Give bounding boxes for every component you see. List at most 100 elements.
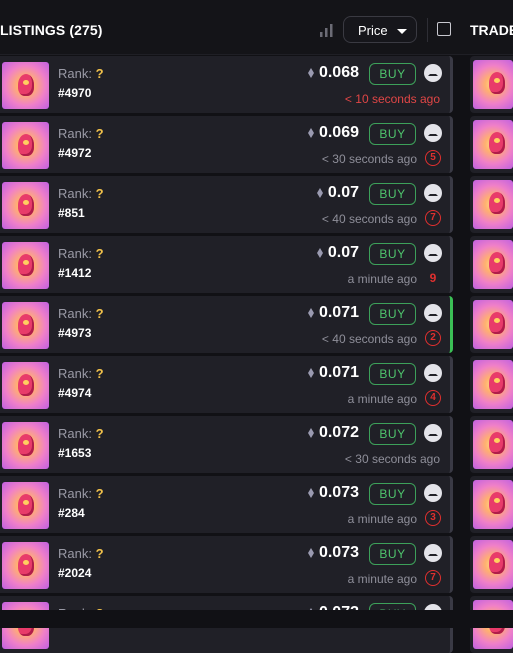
trade-card[interactable]: [470, 116, 513, 173]
token-id: #4972: [58, 146, 92, 160]
buy-button[interactable]: BUY: [369, 243, 416, 265]
rank-text: Rank:: [58, 546, 92, 561]
eth-icon: [308, 428, 314, 438]
price-value: 0.069: [318, 124, 359, 141]
rarity-badge-icon: 7: [425, 570, 441, 586]
marketplace-icon[interactable]: [424, 304, 442, 322]
nft-thumbnail[interactable]: [2, 242, 49, 289]
rank-label: Rank: ?: [58, 186, 104, 201]
token-id: #4970: [58, 86, 92, 100]
nft-artwork: [18, 74, 34, 96]
marketplace-icon[interactable]: [424, 364, 442, 382]
trade-card[interactable]: [470, 236, 513, 293]
buy-button[interactable]: BUY: [369, 63, 416, 85]
nft-thumbnail[interactable]: [2, 122, 49, 169]
rarity-badge-icon: 3: [425, 510, 441, 526]
nft-thumbnail: [473, 480, 513, 529]
rank-text: Rank:: [58, 366, 92, 381]
checkbox-icon[interactable]: [437, 22, 451, 36]
token-id: #2024: [58, 566, 92, 580]
nft-thumbnail[interactable]: [2, 362, 49, 409]
buy-button[interactable]: BUY: [369, 423, 416, 445]
marketplace-icon[interactable]: [424, 424, 442, 442]
trade-card[interactable]: [470, 56, 513, 113]
listing-time: a minute ago: [347, 512, 417, 526]
rank-text: Rank:: [58, 126, 92, 141]
rank-label: Rank: ?: [58, 486, 104, 501]
buy-button[interactable]: BUY: [369, 363, 416, 385]
rarity-badge-icon: 7: [425, 210, 441, 226]
rarity-badge-icon: 5: [425, 150, 441, 166]
nft-artwork: [18, 554, 34, 576]
trade-card[interactable]: [470, 296, 513, 353]
eth-icon: [317, 248, 323, 258]
listing-time: < 10 seconds ago: [344, 92, 440, 106]
bar-chart-icon[interactable]: [318, 22, 334, 38]
listing-row[interactable]: Rank: ? #4973 0.071 BUY < 40 seconds ago 2: [0, 296, 453, 353]
eth-icon: [317, 188, 323, 198]
rank-label: Rank: ?: [58, 306, 104, 321]
nft-artwork: [489, 552, 505, 574]
buy-button[interactable]: BUY: [369, 183, 416, 205]
nft-thumbnail[interactable]: [2, 182, 49, 229]
token-id: #851: [58, 206, 85, 220]
marketplace-icon[interactable]: [424, 244, 442, 262]
eth-icon: [308, 308, 314, 318]
sort-dropdown[interactable]: Price: [343, 16, 417, 43]
listings-title: LISTINGS (275): [0, 22, 103, 38]
nft-artwork: [18, 374, 34, 396]
token-id: #284: [58, 506, 85, 520]
listing-row[interactable]: Rank: ? #4970 0.068 BUY < 10 seconds ago: [0, 56, 453, 113]
nft-thumbnail[interactable]: [2, 302, 49, 349]
nft-thumbnail: [473, 240, 513, 289]
nft-artwork: [18, 254, 34, 276]
listing-time: < 40 seconds ago: [321, 332, 417, 346]
marketplace-icon[interactable]: [424, 544, 442, 562]
eth-icon: [308, 368, 314, 378]
rank-value: ?: [95, 366, 104, 381]
trades-title: TRADE: [470, 22, 513, 38]
eth-icon: [308, 488, 314, 498]
rarity-badge-icon: 2: [425, 330, 441, 346]
listing-row[interactable]: Rank: ? #4972 0.069 BUY < 30 seconds ago 5: [0, 116, 453, 173]
nft-thumbnail[interactable]: [2, 422, 49, 469]
buy-button[interactable]: BUY: [369, 303, 416, 325]
nft-thumbnail[interactable]: [2, 482, 49, 529]
listing-row[interactable]: Rank: ? #1653 0.072 BUY < 30 seconds ago: [0, 416, 453, 473]
listing-row[interactable]: Rank: ? #284 0.073 BUY a minute ago 3: [0, 476, 453, 533]
buy-button[interactable]: BUY: [369, 123, 416, 145]
trade-card[interactable]: [470, 536, 513, 593]
listing-row[interactable]: Rank: ? #4974 0.071 BUY a minute ago 4: [0, 356, 453, 413]
nft-artwork: [489, 432, 505, 454]
listing-row[interactable]: Rank: ? #1412 0.07 BUY a minute ago 9: [0, 236, 453, 293]
marketplace-icon[interactable]: [424, 184, 442, 202]
nft-artwork: [18, 434, 34, 456]
trade-card[interactable]: [470, 356, 513, 413]
trade-card[interactable]: [470, 476, 513, 533]
token-id: #1412: [58, 266, 92, 280]
listing-row[interactable]: Rank: ? #2024 0.073 BUY a minute ago 7: [0, 536, 453, 593]
marketplace-icon[interactable]: [424, 64, 442, 82]
nft-thumbnail[interactable]: [2, 62, 49, 109]
nft-thumbnail: [473, 120, 513, 169]
nft-artwork: [18, 494, 34, 516]
nft-artwork: [489, 132, 505, 154]
nft-artwork: [489, 492, 505, 514]
price-value: 0.071: [318, 304, 359, 321]
trade-card[interactable]: [470, 416, 513, 473]
listing-time: < 40 seconds ago: [321, 212, 417, 226]
marketplace-icon[interactable]: [424, 124, 442, 142]
nft-artwork: [489, 252, 505, 274]
listings-header: LISTINGS (275) Price TRADE: [0, 0, 513, 55]
nft-thumbnail[interactable]: [2, 542, 49, 589]
nft-artwork: [489, 192, 505, 214]
buy-button[interactable]: BUY: [369, 543, 416, 565]
rarity-badge-icon: 9: [429, 271, 437, 285]
listing-row[interactable]: Rank: ? #851 0.07 BUY < 40 seconds ago 7: [0, 176, 453, 233]
nft-thumbnail: [473, 60, 513, 109]
trade-card[interactable]: [470, 176, 513, 233]
marketplace-icon[interactable]: [424, 484, 442, 502]
rank-label: Rank: ?: [58, 366, 104, 381]
rank-text: Rank:: [58, 426, 92, 441]
buy-button[interactable]: BUY: [369, 483, 416, 505]
